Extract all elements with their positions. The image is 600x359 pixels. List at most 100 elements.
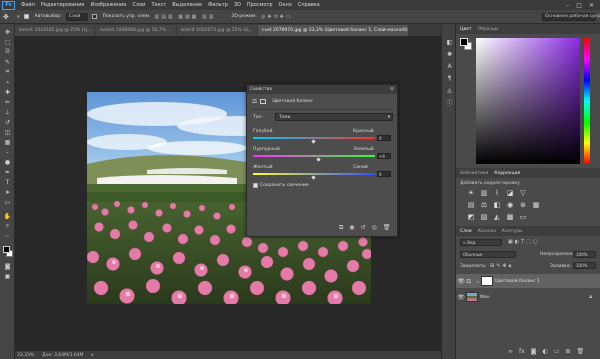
threshold-icon[interactable]: ◭ [492,212,502,221]
brightness-icon[interactable]: ☀ [466,188,476,197]
menu-filter[interactable]: Фильтр [205,2,231,8]
menu-type[interactable]: Текст [148,2,169,8]
layer-row-color-balance[interactable]: 👁︎ ⚖ ∞ Цветовой баланс 1 [456,274,600,288]
gradient-tool-icon[interactable]: ▦ [3,138,12,146]
maximize-button[interactable]: □ [576,2,582,9]
menu-layers[interactable]: Слои [129,2,148,8]
lock-icons[interactable]: ⊞✎✥🔒︎ [490,263,513,269]
delete-layer-icon[interactable]: 🗑︎ [576,348,584,355]
tab-adjustments[interactable]: Коррекция [494,171,520,176]
slider-2-track[interactable] [253,155,375,157]
foreground-color-swatch[interactable] [3,246,10,253]
panel-menu-icon[interactable]: ≡ [390,87,394,92]
paragraph-icon[interactable]: ¶ [445,74,454,82]
invert-icon[interactable]: ◩ [466,212,476,221]
layer-kind-filter[interactable]: ⌕ Вид [460,239,502,246]
status-arrow-icon[interactable]: ▸ [91,353,93,358]
new-adjustment-icon[interactable]: ◐ [543,348,548,355]
show-controls-checkbox[interactable] [91,14,97,19]
blend-mode-select[interactable]: Обычные [460,251,516,258]
history-brush-tool-icon[interactable]: ↺ [3,118,12,126]
layer-filter-icons[interactable]: ▣◐T⬚▢ [508,239,540,245]
layer-name[interactable]: Цветовой баланс 1 [495,279,540,284]
quick-mask-icon[interactable]: ◙ [3,262,12,270]
path-select-tool-icon[interactable]: ➤ [3,188,12,196]
hue-slider[interactable] [584,38,590,164]
menu-file[interactable]: Файл [18,2,38,8]
reset-icon[interactable]: ↺ [361,224,366,232]
color-field[interactable] [476,38,580,164]
slider-3-track[interactable] [253,173,375,175]
close-button[interactable]: ✕ [589,2,594,9]
add-mask-icon[interactable]: ◙ [531,348,537,355]
fill-input[interactable]: 100% [573,262,596,269]
brush-settings-icon[interactable]: ✺ [445,50,454,58]
visibility-icon[interactable]: ◎ [372,224,377,232]
color-balance-icon[interactable]: ⚖ [479,200,489,209]
menu-image[interactable]: Изображение [87,2,129,8]
channel-mixer-icon[interactable]: ⊛ [518,200,528,209]
exposure-icon[interactable]: ◪ [505,188,515,197]
menu-view[interactable]: Просмотр [244,2,276,8]
fg-color-chip[interactable] [460,38,468,46]
marquee-tool-icon[interactable]: ⬚ [3,38,12,46]
levels-icon[interactable]: ▥ [479,188,489,197]
layer-row-background[interactable]: 👁︎ Фон 🔒︎ [456,290,600,304]
move-tool-icon[interactable]: ✥ [3,13,13,21]
view-previous-icon[interactable]: ◉ [349,224,354,232]
history-icon[interactable]: ◧ [445,38,454,46]
tool-preset-dropdown[interactable]: ▾ [17,14,20,20]
screen-mode-icon[interactable]: ▣ [3,272,12,280]
clone-stamp-tool-icon[interactable]: ⊥ [3,108,12,116]
eyedropper-tool-icon[interactable]: ⌁ [3,78,12,86]
blur-tool-icon[interactable]: 💧︎ [3,148,12,156]
zoom-tool-icon[interactable]: ⌕ [3,222,12,230]
hand-tool-icon[interactable]: ✋ [3,212,12,220]
hue-saturation-icon[interactable]: ▤ [466,200,476,209]
eye-icon[interactable]: 👁︎ [456,294,466,301]
more-tools-icon[interactable]: ⋯ [3,232,12,240]
posterize-icon[interactable]: ▨ [479,212,489,221]
properties-titlebar[interactable]: Свойства ≡ [247,85,397,94]
lasso-tool-icon[interactable]: ᘐ [3,48,12,56]
dodge-tool-icon[interactable]: ● [3,158,12,166]
gradient-map-icon[interactable]: ▭ [518,212,528,221]
slider-1-value[interactable]: 0 [377,135,391,141]
autoselect-checkbox[interactable] [23,14,29,19]
character-icon[interactable]: A [445,62,454,70]
pen-tool-icon[interactable]: ✒ [3,168,12,176]
menu-help[interactable]: Справка [295,2,323,8]
photo-filter-icon[interactable]: ◉ [505,200,515,209]
tab-document-3[interactable]: kolorit 1001073.jpg @ 25% (Ц... [176,25,257,36]
autoselect-select[interactable]: Слой [65,12,88,21]
link-layers-icon[interactable]: ∞ [508,348,513,355]
tab-document-2[interactable]: kolorit 1048468.jpg @ 16,7% ... [96,25,176,36]
slider-1-track[interactable] [253,137,375,139]
tab-layers[interactable]: Слои [460,229,472,234]
delete-icon[interactable]: 🗑︎ [383,224,391,232]
tab-channels[interactable]: Каналы [478,229,496,234]
new-layer-icon[interactable]: ⊞ [565,348,570,355]
healing-tool-icon[interactable]: ✚ [3,88,12,96]
rectangle-tool-icon[interactable]: ▭ [3,198,12,206]
info-icon[interactable]: ⓘ [445,98,454,107]
type-tool-icon[interactable]: T [3,178,12,186]
tab-swatches[interactable]: Образцы [478,27,499,32]
black-white-icon[interactable]: ◧ [492,200,502,209]
slider-3-value[interactable]: 0 [377,171,391,177]
menu-3d[interactable]: 3D [231,2,244,8]
minimize-button[interactable]: – [566,2,569,9]
new-group-icon[interactable]: ▭ [554,348,560,355]
mode-3d-icons[interactable]: ◎✥⟲✥▭ [261,14,293,20]
tab-document-active[interactable]: cvet 2076970.jpg @ 33,3% (Цветовой балан… [257,25,408,36]
mask-icon[interactable] [260,99,267,104]
preserve-luminosity-checkbox[interactable] [253,183,258,188]
tab-color[interactable]: Цвет [460,27,472,32]
slider-2-thumb[interactable] [316,157,321,162]
menu-select[interactable]: Выделение [169,2,205,8]
menu-window[interactable]: Окно [276,2,295,8]
move-tool-icon[interactable]: ✥ [3,28,12,36]
color-lookup-icon[interactable]: ▦ [531,200,541,209]
tab-paths[interactable]: Контуры [502,229,523,234]
clip-to-layer-icon[interactable]: ⧉ [339,224,343,232]
